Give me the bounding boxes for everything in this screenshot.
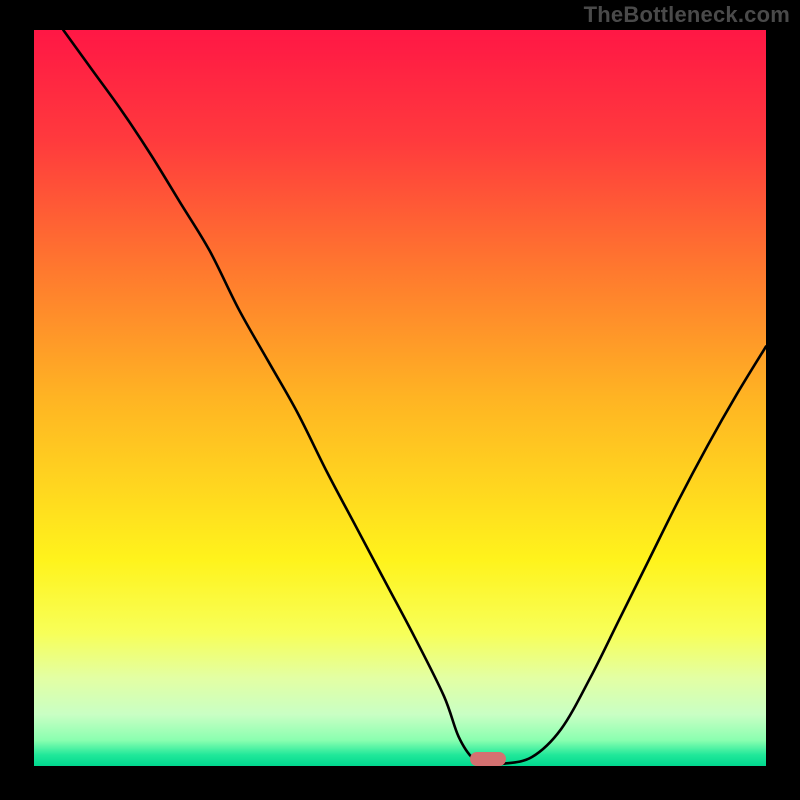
plot-svg bbox=[34, 30, 766, 766]
watermark-text: TheBottleneck.com bbox=[584, 2, 790, 28]
gradient-background bbox=[34, 30, 766, 766]
chart-frame: TheBottleneck.com bbox=[0, 0, 800, 800]
plot-area bbox=[34, 30, 766, 766]
optimal-marker bbox=[470, 752, 507, 766]
